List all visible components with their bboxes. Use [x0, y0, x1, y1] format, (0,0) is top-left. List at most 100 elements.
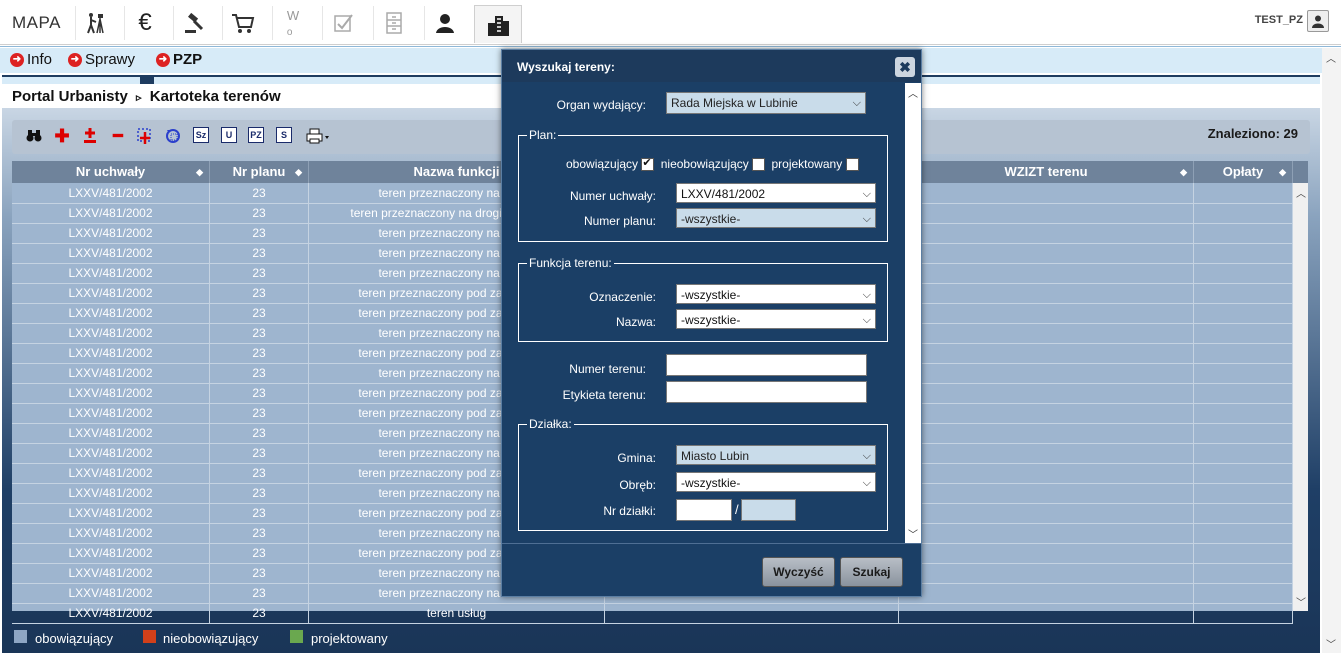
arrow-right-icon: ➜: [10, 52, 24, 67]
table-cell: [1194, 343, 1293, 363]
table-cell: [1194, 443, 1293, 463]
obreb-label: Obręb:: [619, 478, 656, 492]
table-cell: 23: [210, 383, 309, 403]
clear-button[interactable]: Wyczyść: [762, 557, 835, 587]
table-cell: LXXV/481/2002: [12, 363, 210, 383]
table-cell: 23: [210, 543, 309, 563]
table-cell: LXXV/481/2002: [12, 183, 210, 203]
table-cell: [605, 603, 899, 623]
oznaczenie-select[interactable]: -wszystkie- ⌵: [676, 284, 876, 304]
cart-icon[interactable]: [222, 6, 263, 40]
add-area-icon[interactable]: [136, 127, 154, 145]
page-scroll-up-icon: ︿: [1326, 54, 1336, 65]
table-cell: [899, 463, 1194, 483]
numer-planu-select[interactable]: -wszystkie- ⌵: [676, 208, 876, 228]
numer-uchwaly-select[interactable]: LXXV/481/2002 ⌵: [676, 183, 876, 203]
check-doc-icon[interactable]: [322, 6, 363, 40]
table-cell: LXXV/481/2002: [12, 403, 210, 423]
numer-uchwaly-label: Numer uchwały:: [569, 189, 656, 203]
table-cell: [899, 523, 1194, 543]
col-header-nr-uchwaly[interactable]: Nr uchwały ◆: [12, 161, 210, 183]
gmina-select[interactable]: Miasto Lubin ⌵: [676, 445, 876, 465]
binoculars-icon[interactable]: [25, 127, 43, 145]
grid-scrollbar[interactable]: ︿ ﹀: [1293, 183, 1308, 611]
nr-dzialki-slash: /: [735, 502, 739, 517]
dialog-scroll-up-icon: ︿: [908, 89, 918, 100]
euro-icon[interactable]: €: [124, 6, 165, 40]
col-header-nr-planu[interactable]: Nr planu ◆: [210, 161, 309, 183]
surveyor-icon[interactable]: [75, 6, 116, 40]
dialog-scrollbar[interactable]: ︿ ﹀: [905, 83, 921, 543]
print-icon[interactable]: [304, 127, 332, 145]
page-scroll-down-icon: ﹀: [1326, 640, 1336, 651]
sort-icon: ◆: [196, 167, 203, 177]
table-cell: LXXV/481/2002: [12, 563, 210, 583]
legend-swatch-projektowany: [290, 630, 303, 643]
nr-dzialki-sub-input[interactable]: [741, 499, 796, 521]
gavel-icon[interactable]: [173, 6, 214, 40]
sz-button[interactable]: Sz: [193, 127, 209, 143]
breadcrumb-root[interactable]: Portal Urbanisty: [12, 88, 128, 105]
nr-dzialki-input[interactable]: [676, 499, 732, 521]
nav-sprawy[interactable]: ➜ Sprawy: [68, 51, 135, 68]
nav-pzp[interactable]: ➜ PZP: [156, 51, 202, 68]
obreb-select[interactable]: -wszystkie- ⌵: [676, 472, 876, 492]
nazwa-select[interactable]: -wszystkie- ⌵: [676, 309, 876, 329]
user-menu-button[interactable]: [1307, 10, 1329, 32]
remove-icon[interactable]: ━: [109, 127, 127, 145]
chk-obowiazujacy[interactable]: [641, 156, 655, 172]
table-cell: [1194, 423, 1293, 443]
refresh-area-icon[interactable]: [164, 127, 182, 145]
arrow-right-icon: ➜: [156, 52, 170, 67]
table-cell: LXXV/481/2002: [12, 223, 210, 243]
table-cell: 23: [210, 503, 309, 523]
breadcrumb: Portal Urbanisty ▹ Kartoteka terenów: [12, 88, 281, 105]
table-cell: 23: [210, 363, 309, 383]
table-cell: [899, 303, 1194, 323]
u-button[interactable]: U: [221, 127, 237, 143]
table-cell: 23: [210, 423, 309, 443]
close-icon[interactable]: ✖: [895, 57, 915, 77]
table-cell: [899, 403, 1194, 423]
organ-select[interactable]: Rada Miejska w Lubinie ⌵: [666, 92, 866, 114]
tab-left[interactable]: [2, 77, 140, 84]
buildings-icon[interactable]: [474, 5, 522, 43]
table-cell: [1194, 583, 1293, 603]
table-cell: LXXV/481/2002: [12, 283, 210, 303]
nav-info[interactable]: ➜ Info: [10, 51, 52, 68]
chk-projektowany[interactable]: [845, 158, 859, 172]
pz-button[interactable]: PZ: [248, 127, 264, 143]
user-name: TEST_PZ: [1254, 14, 1303, 26]
table-cell: [1194, 283, 1293, 303]
add-multiple-icon[interactable]: [81, 127, 99, 145]
person-icon[interactable]: [424, 6, 465, 40]
page-scrollbar[interactable]: ︿ ﹀: [1322, 48, 1341, 653]
chevron-down-icon: ⌵: [862, 450, 871, 462]
dialog-body: Organ wydający: Rada Miejska w Lubinie ⌵ …: [502, 83, 904, 543]
breadcrumb-separator: ▹: [136, 92, 142, 104]
col-header-oplaty[interactable]: Opłaty ◆: [1194, 161, 1293, 183]
results-count: Znaleziono: 29: [1207, 126, 1298, 141]
table-cell: [899, 363, 1194, 383]
dialog-header[interactable]: Wyszukaj tereny: ✖: [502, 50, 921, 82]
table-cell: [1194, 603, 1293, 623]
table-row[interactable]: LXXV/481/2002 23 teren usług: [12, 603, 1293, 624]
add-icon[interactable]: ✚: [53, 126, 71, 146]
chk-projektowany-label: projektowany: [771, 157, 843, 171]
search-button[interactable]: Szukaj: [840, 557, 903, 587]
arrow-right-icon: ➜: [68, 52, 82, 67]
app-logo[interactable]: MAPA: [12, 13, 61, 33]
table-cell: [899, 383, 1194, 403]
table-cell: 23: [210, 483, 309, 503]
w-icon[interactable]: Wo: [272, 6, 313, 40]
s-button[interactable]: S: [276, 127, 292, 143]
table-cell: LXXV/481/2002: [12, 323, 210, 343]
numer-terenu-input[interactable]: [666, 354, 867, 376]
cabinet-icon[interactable]: [373, 6, 414, 40]
table-cell: [899, 323, 1194, 343]
chk-nieobowiazujacy[interactable]: [752, 158, 766, 172]
col-header-wzizt[interactable]: WZIZT terenu ◆: [899, 161, 1194, 183]
table-cell: [899, 343, 1194, 363]
table-cell: [1194, 483, 1293, 503]
etykieta-terenu-input[interactable]: [666, 381, 867, 403]
